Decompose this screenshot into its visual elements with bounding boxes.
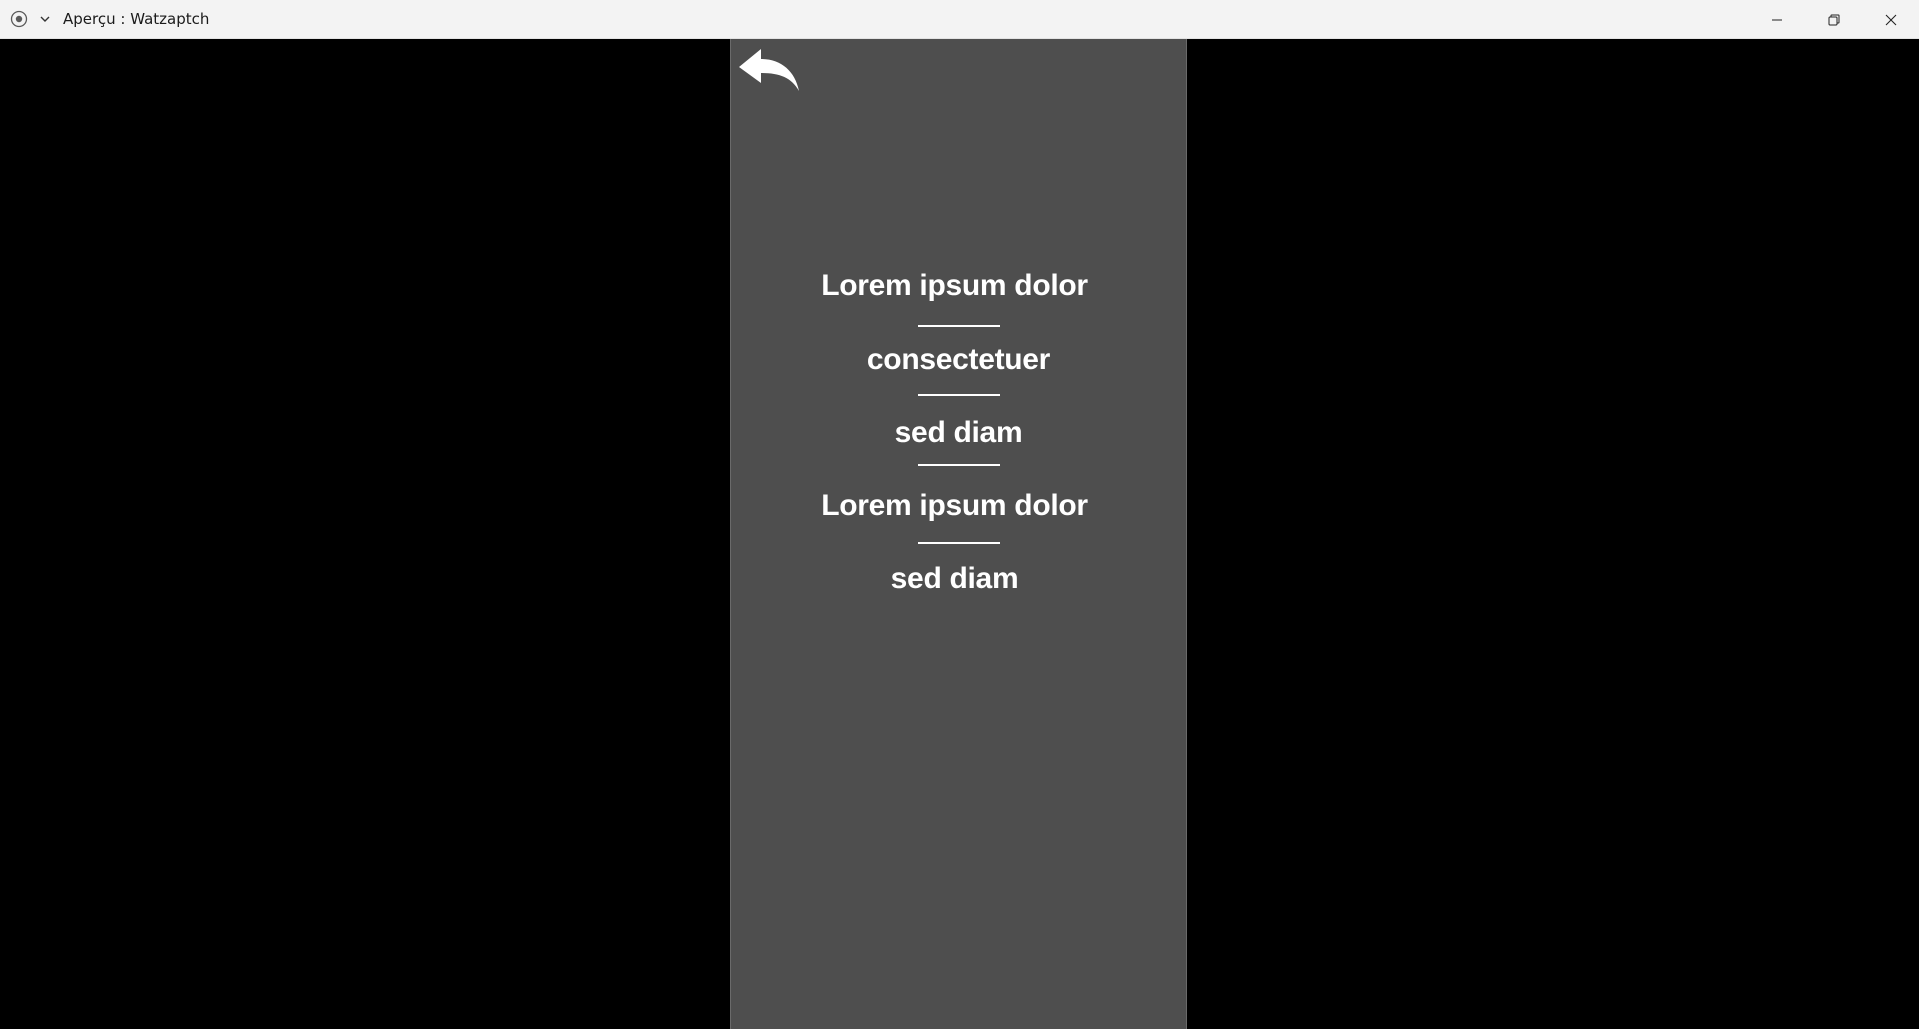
title-bar: Aperçu : Watzaptch — [0, 0, 1919, 39]
menu-divider — [918, 464, 1000, 466]
preview-viewport: Lorem ipsum dolor consectetuer sed diam … — [0, 39, 1919, 1029]
menu-item-5[interactable]: sed diam — [727, 559, 1182, 599]
menu-divider — [918, 394, 1000, 396]
menu-item-1[interactable]: Lorem ipsum dolor — [727, 266, 1182, 306]
minimize-icon — [1771, 19, 1782, 20]
menu-item-3[interactable]: sed diam — [731, 413, 1186, 453]
menu-item-4[interactable]: Lorem ipsum dolor — [727, 486, 1182, 526]
menu-divider — [918, 542, 1000, 544]
record-icon[interactable] — [10, 10, 28, 28]
chevron-down-icon[interactable] — [38, 12, 52, 26]
window-title: Aperçu : Watzaptch — [63, 10, 210, 28]
restore-button[interactable] — [1805, 0, 1862, 39]
minimize-button[interactable] — [1748, 0, 1805, 39]
menu-item-2[interactable]: consectetuer — [731, 340, 1186, 380]
back-arrow-icon[interactable] — [737, 45, 803, 95]
close-button[interactable] — [1862, 0, 1919, 39]
close-icon — [1885, 14, 1896, 25]
menu-divider — [918, 325, 1000, 327]
restore-icon — [1828, 14, 1839, 25]
menu-panel: Lorem ipsum dolor consectetuer sed diam … — [730, 39, 1187, 1029]
